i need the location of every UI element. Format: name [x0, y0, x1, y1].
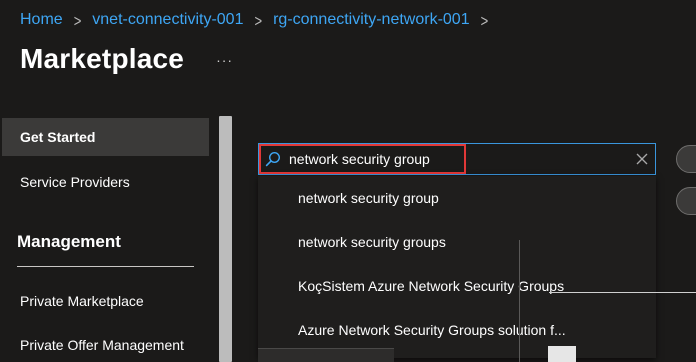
sidebar-section-title: Management	[17, 232, 121, 251]
sidebar-item-label: Private Offer Management	[20, 337, 184, 353]
sidebar: Get Started Service Providers Management…	[0, 116, 232, 362]
sidebar-item-label: Service Providers	[20, 174, 130, 190]
search-suggestions-dropdown: network security group network security …	[258, 176, 656, 358]
chevron-right-icon: >	[254, 10, 263, 30]
suggestion-item[interactable]: KoçSistem Azure Network Security Groups	[258, 264, 656, 308]
sidebar-scrollbar[interactable]	[219, 116, 232, 362]
sidebar-item-private-marketplace[interactable]: Private Marketplace	[2, 282, 209, 320]
partial-card	[258, 348, 394, 362]
panel-divider	[549, 292, 696, 293]
breadcrumb-home[interactable]: Home	[20, 11, 63, 29]
partial-card	[548, 346, 576, 362]
more-options-button[interactable]: ···	[216, 52, 233, 68]
search-box[interactable]	[258, 143, 656, 175]
close-icon[interactable]	[635, 152, 649, 166]
title-row: Marketplace ···	[20, 43, 233, 75]
section-divider	[17, 266, 194, 267]
panel-divider	[519, 240, 520, 362]
breadcrumb-vnet[interactable]: vnet-connectivity-001	[92, 11, 243, 29]
breadcrumb: Home > vnet-connectivity-001 > rg-connec…	[20, 10, 499, 30]
search-input[interactable]	[289, 148, 619, 170]
suggestion-item[interactable]: Azure Network Security Groups solution f…	[258, 308, 656, 352]
filter-pill[interactable]	[676, 187, 696, 215]
filter-pill[interactable]	[676, 145, 696, 173]
suggestion-item[interactable]: network security groups	[258, 220, 656, 264]
chevron-right-icon: >	[73, 10, 82, 30]
sidebar-item-service-providers[interactable]: Service Providers	[2, 163, 209, 201]
sidebar-item-get-started[interactable]: Get Started	[2, 118, 209, 156]
page-title: Marketplace	[20, 43, 185, 74]
sidebar-item-label: Private Marketplace	[20, 293, 144, 309]
search-icon	[265, 151, 281, 167]
chevron-right-icon: >	[480, 10, 489, 30]
sidebar-item-label: Get Started	[20, 129, 96, 145]
breadcrumb-resource-group[interactable]: rg-connectivity-network-001	[273, 11, 470, 29]
suggestion-item[interactable]: network security group	[258, 176, 656, 220]
sidebar-item-private-offer-management[interactable]: Private Offer Management	[2, 326, 209, 362]
